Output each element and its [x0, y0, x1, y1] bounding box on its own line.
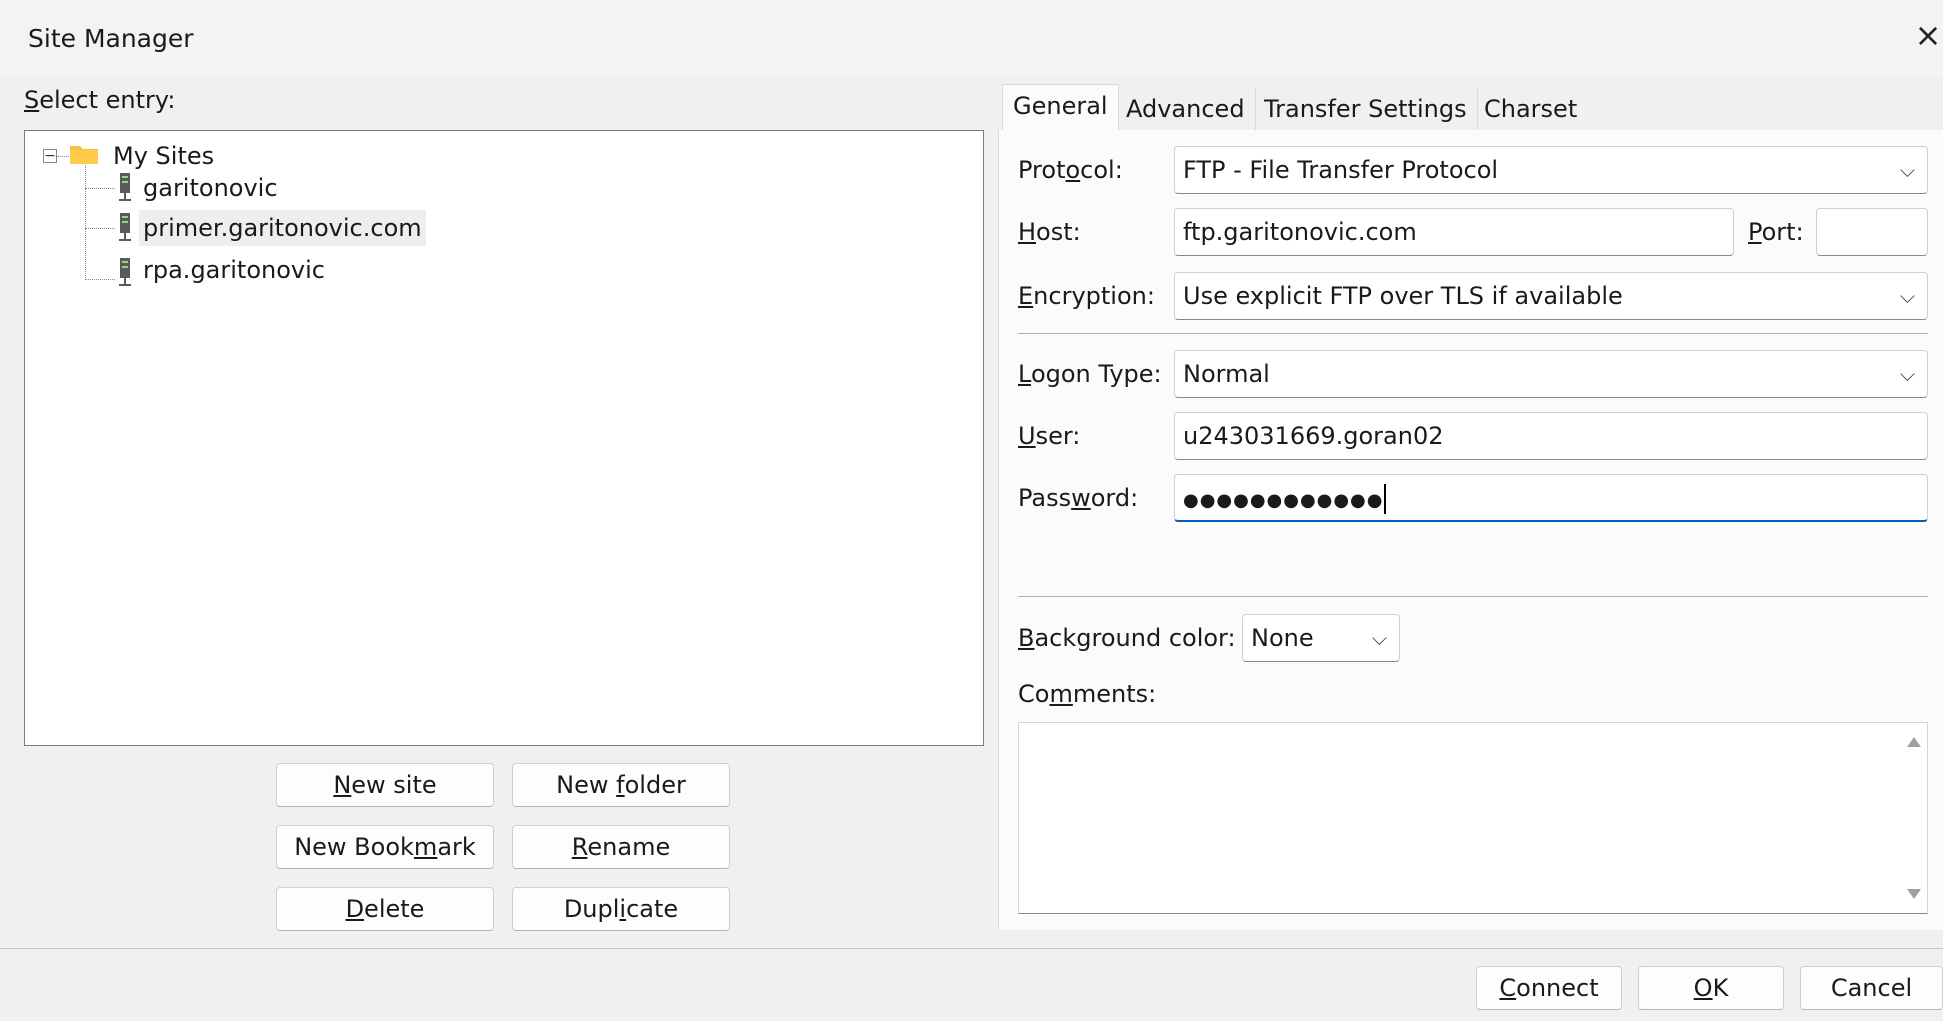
comments-textarea[interactable] [1018, 722, 1928, 914]
cancel-button[interactable]: Cancel [1800, 966, 1943, 1010]
tab-general[interactable]: General [1002, 84, 1119, 132]
encryption-label: Encryption: [1018, 282, 1155, 310]
port-input[interactable] [1816, 208, 1928, 256]
password-input[interactable]: ●●●●●●●●●●●● [1174, 474, 1928, 522]
rename-button[interactable]: Rename [512, 825, 730, 869]
logon-type-select[interactable]: Normal ⌵ [1174, 350, 1928, 398]
new-site-button[interactable]: New site [276, 763, 494, 807]
protocol-select[interactable]: FTP - File Transfer Protocol ⌵ [1174, 146, 1928, 194]
delete-button[interactable]: Delete [276, 887, 494, 931]
background-color-select[interactable]: None ⌵ [1242, 614, 1400, 662]
new-folder-button[interactable]: New folder [512, 763, 730, 807]
collapse-icon[interactable]: − [43, 149, 57, 163]
tab-transfer-settings[interactable]: Transfer Settings [1254, 88, 1478, 130]
footer-divider [0, 948, 1943, 949]
tree-site-item[interactable]: rpa.garitonovic [143, 252, 325, 288]
window-title: Site Manager [28, 24, 194, 53]
logon-type-label: Logon Type: [1018, 360, 1162, 388]
host-input[interactable]: ftp.garitonovic.com [1174, 208, 1734, 256]
encryption-select[interactable]: Use explicit FTP over TLS if available ⌵ [1174, 272, 1928, 320]
select-entry-label: Select entry: [24, 86, 176, 114]
chevron-down-icon: ⌵ [1899, 362, 1915, 386]
comments-scrollbar[interactable] [1901, 723, 1927, 913]
user-input[interactable]: u243031669.goran02 [1174, 412, 1928, 460]
divider [1018, 333, 1928, 334]
server-icon [119, 173, 131, 201]
chevron-down-icon: ⌵ [1899, 284, 1915, 308]
divider [1018, 596, 1928, 597]
server-icon [119, 213, 131, 241]
protocol-label: Protocol: [1018, 156, 1123, 184]
chevron-down-icon: ⌵ [1371, 626, 1387, 650]
connect-button[interactable]: Connect [1476, 966, 1622, 1010]
host-label: Host: [1018, 218, 1081, 246]
comments-label: Comments: [1018, 680, 1157, 708]
scroll-up-icon[interactable] [1907, 737, 1921, 747]
port-label: Port: [1748, 218, 1804, 246]
close-icon[interactable]: × [1913, 10, 1943, 60]
user-label: User: [1018, 422, 1081, 450]
tree-site-item-selected[interactable]: primer.garitonovic.com [139, 210, 426, 246]
background-color-label: Background color: [1018, 624, 1236, 652]
text-caret [1384, 484, 1387, 514]
password-label: Password: [1018, 484, 1139, 512]
tree-root-my-sites[interactable]: My Sites [113, 138, 214, 174]
site-manager-window: Site Manager × Select entry: − My Sites … [0, 0, 1943, 1021]
chevron-down-icon: ⌵ [1899, 158, 1915, 182]
ok-button[interactable]: OK [1638, 966, 1784, 1010]
tree-site-item[interactable]: garitonovic [143, 170, 278, 206]
title-bar: Site Manager × [0, 0, 1943, 76]
duplicate-button[interactable]: Duplicate [512, 887, 730, 931]
tab-charset[interactable]: Charset [1474, 88, 1587, 130]
site-tree[interactable]: − My Sites garitonovic primer.garitonovi… [24, 130, 984, 746]
folder-icon [70, 146, 98, 164]
server-icon [119, 258, 131, 286]
tab-advanced[interactable]: Advanced [1116, 88, 1256, 130]
new-bookmark-button[interactable]: New Bookmark [276, 825, 494, 869]
scroll-down-icon[interactable] [1907, 889, 1921, 899]
